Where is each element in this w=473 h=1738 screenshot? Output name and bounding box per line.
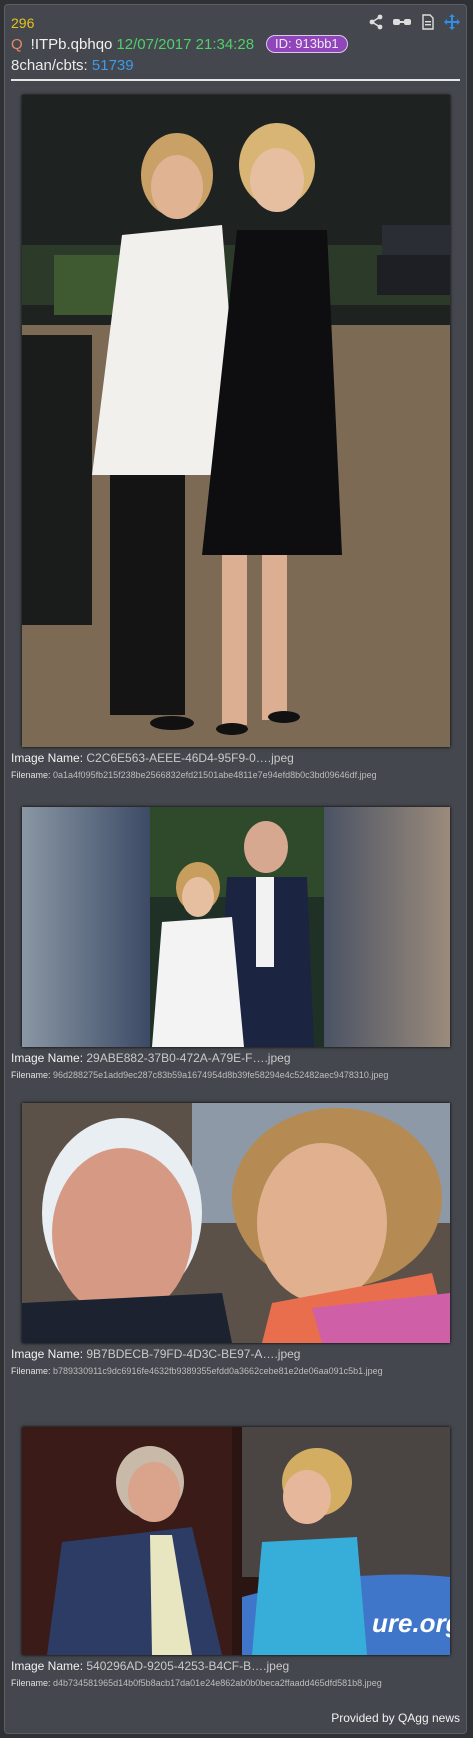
board-label: 8chan/cbts:: [11, 57, 88, 74]
provider-footer[interactable]: Provided by QAgg news: [331, 1711, 460, 1725]
filename-3: Filename: b789330911c9dc6916fe4632fb9389…: [11, 1366, 383, 1376]
image-name-value[interactable]: 9B7BDECB-79FD-4D3C-BE97-A….jpeg: [86, 1347, 300, 1361]
filename-label: Filename:: [11, 1678, 51, 1688]
id-badge[interactable]: ID: 913bb1: [266, 35, 348, 53]
filename-label: Filename:: [11, 1366, 51, 1376]
filename-label: Filename:: [11, 1070, 51, 1080]
filename-label: Filename:: [11, 770, 51, 780]
image-name-label: Image Name:: [11, 751, 84, 765]
share-icon[interactable]: [368, 14, 384, 30]
filename-value[interactable]: 96d288275e1add9ec287c83b59a1674954d8b39f…: [53, 1070, 388, 1080]
glasses-icon[interactable]: [392, 14, 412, 30]
board-reference: 8chan/cbts: 51739: [11, 57, 134, 74]
header-divider: [11, 79, 460, 81]
filename-1: Filename: 0a1a4f095fb215f238be2566832efd…: [11, 770, 377, 780]
image-name-value[interactable]: C2C6E563-AEEE-46D4-95F9-0….jpeg: [86, 751, 293, 765]
image-name-label: Image Name:: [11, 1347, 84, 1361]
image-name-value[interactable]: 540296AD-9205-4253-B4CF-B….jpeg: [86, 1659, 289, 1673]
image-name-1: Image Name: C2C6E563-AEEE-46D4-95F9-0….j…: [11, 751, 294, 765]
image-name-2: Image Name: 29ABE882-37B0-472A-A79E-F….j…: [11, 1051, 291, 1065]
move-icon[interactable]: [444, 14, 460, 30]
post-image-1[interactable]: [22, 95, 450, 747]
document-icon[interactable]: [420, 14, 436, 30]
filename-value[interactable]: d4b734581965d14b0f5b8acb17da01e24e862ab0…: [53, 1678, 382, 1688]
post-image-3[interactable]: [22, 1103, 450, 1343]
filename-4: Filename: d4b734581965d14b0f5b8acb17da01…: [11, 1678, 382, 1688]
image-name-label: Image Name:: [11, 1659, 84, 1673]
filename-value[interactable]: b789330911c9dc6916fe4632fb9389355efdd0a3…: [53, 1366, 383, 1376]
post-image-2[interactable]: [22, 807, 450, 1047]
post-image-4[interactable]: ure.org: [22, 1427, 450, 1655]
post-number[interactable]: 296: [11, 15, 34, 31]
post-header: Q !ITPb.qbhqo 12/07/2017 21:34:28 ID: 91…: [11, 35, 348, 53]
post-card: 296 Q !ITPb.qbhqo 12/07/2017 21:34:28 ID…: [4, 4, 467, 1734]
image-name-4: Image Name: 540296AD-9205-4253-B4CF-B….j…: [11, 1659, 289, 1673]
q-marker: Q: [11, 35, 23, 53]
image-name-label: Image Name:: [11, 1051, 84, 1065]
post-toolbar: [368, 14, 460, 30]
image-name-value[interactable]: 29ABE882-37B0-472A-A79E-F….jpeg: [86, 1051, 290, 1065]
banner-text: ure.org: [372, 1608, 450, 1638]
filename-2: Filename: 96d288275e1add9ec287c83b59a167…: [11, 1070, 388, 1080]
image-name-3: Image Name: 9B7BDECB-79FD-4D3C-BE97-A….j…: [11, 1347, 300, 1361]
board-post-link[interactable]: 51739: [92, 57, 134, 74]
tripcode: !ITPb.qbhqo: [30, 35, 113, 53]
post-datetime: 12/07/2017 21:34:28: [116, 35, 255, 53]
filename-value[interactable]: 0a1a4f095fb215f238be2566832efd21501abe48…: [53, 770, 377, 780]
